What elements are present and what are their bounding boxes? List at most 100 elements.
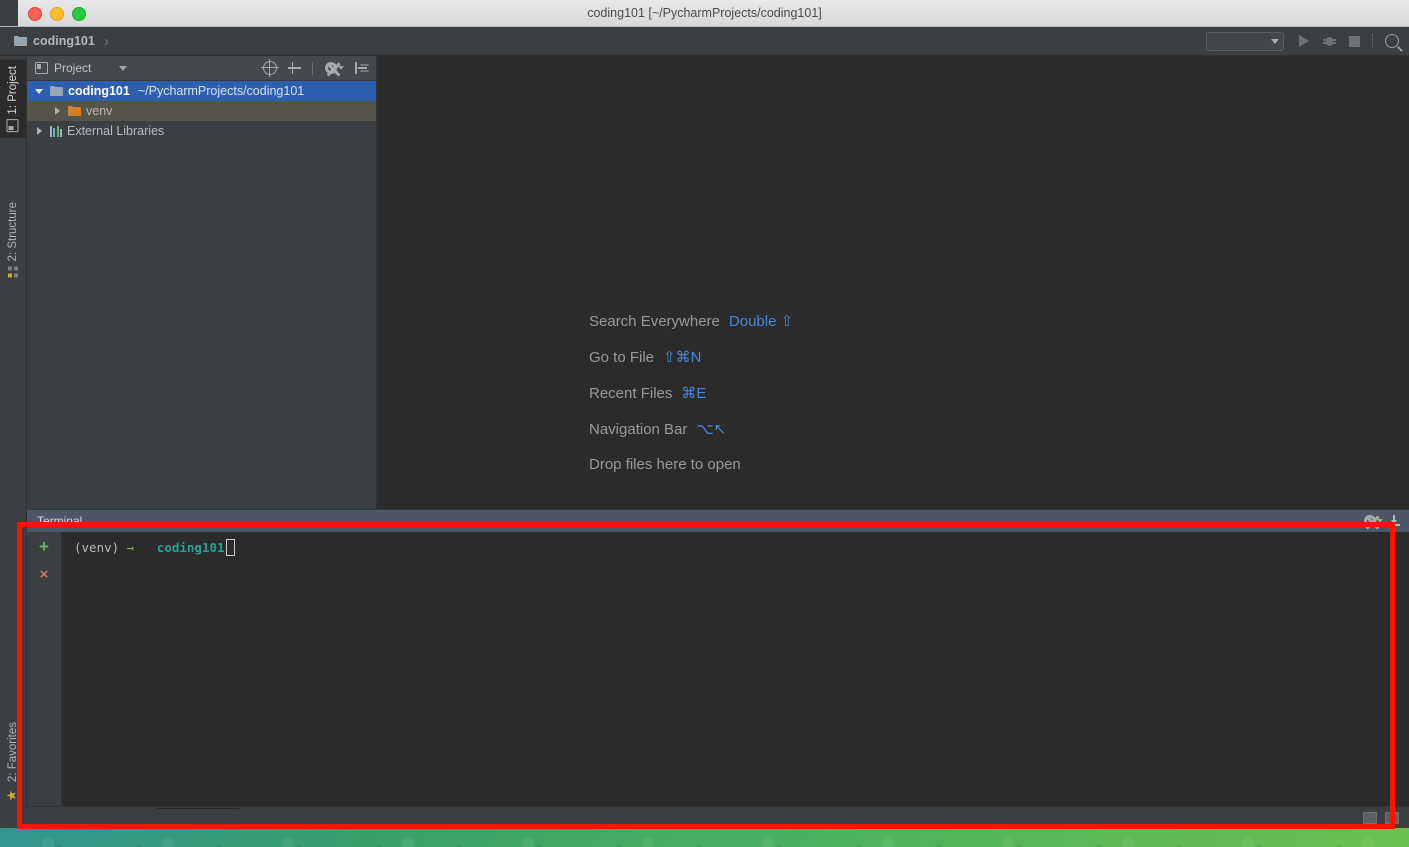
libraries-icon [50,126,62,137]
expand-toggle[interactable] [51,107,63,115]
chevron-down-icon [35,89,43,94]
stop-button[interactable] [1343,30,1365,52]
debug-button[interactable] [1318,30,1340,52]
fullscreen-toggle-icon[interactable] [1385,812,1399,824]
window-title: coding101 [~/PycharmProjects/coding101] [0,6,1409,20]
run-configuration-select[interactable] [1206,32,1284,51]
project-tree[interactable]: coding101 ~/PycharmProjects/coding101 ve… [27,81,376,509]
project-panel-title: Project [54,61,91,75]
sidebar-item-structure-label: 2: Structure [7,202,19,261]
zoom-window-button[interactable] [72,7,86,21]
left-tool-strip: 1: Project 2: Structure ★ 2: Favorites [0,56,27,828]
tree-node-path: ~/PycharmProjects/coding101 [138,84,304,98]
hint-shortcut: ⇧⌘N [663,348,701,366]
window-body: 1: Project 2: Structure ★ 2: Favorites [0,56,1409,828]
collapse-all-button[interactable] [285,59,303,77]
window-bottom-strip [0,809,1409,828]
chevron-right-icon [55,107,60,115]
hint-go-to-file: Go to File ⇧⌘N [589,348,793,366]
chevron-down-icon [1377,519,1383,523]
sidebar-item-structure[interactable]: 2: Structure [0,196,26,282]
expand-toggle[interactable] [33,89,45,94]
locate-target-button[interactable] [261,59,279,77]
structure-icon [8,265,18,277]
sidebar-item-project[interactable]: 1: Project [0,60,26,138]
terminal-tool-window-wrap: Terminal [27,509,1409,805]
hint-shortcut: ⌥↖ [696,420,726,438]
close-session-button[interactable]: × [34,564,54,584]
terminal-panel-title: Terminal [37,514,82,528]
terminal-prompt-line: (venv) → coding101 [74,539,1409,556]
terminal-settings-button[interactable] [1361,512,1385,530]
terminal-console[interactable]: (venv) → coding101 [62,532,1409,805]
hint-recent-files: Recent Files ⌘E [589,384,793,402]
close-window-button[interactable] [28,7,42,21]
terminal-scrollbar[interactable] [1396,532,1409,805]
star-icon: ★ [6,788,21,801]
locate-target-icon [263,61,277,75]
hint-label: Recent Files [589,385,672,402]
terminal-cursor [226,539,235,556]
titlebar-left-cap [0,0,18,26]
terminal-directory-label: coding101 [157,540,225,555]
tree-row-coding101[interactable]: coding101 ~/PycharmProjects/coding101 [27,81,376,101]
hint-label: Navigation Bar [589,421,687,438]
sidebar-item-favorites-label: 2: Favorites [7,722,19,782]
editor-empty-area[interactable]: Search Everywhere Double ⇧ Go to File ⇧⌘… [377,56,1409,509]
hint-shortcut: Double ⇧ [729,312,793,330]
settings-gear-icon [325,62,337,74]
pycharm-window: coding101 [~/PycharmProjects/coding101] … [0,0,1409,828]
terminal-body: + × (venv) → coding101 [27,532,1409,805]
editor-hints: Search Everywhere Double ⇧ Go to File ⇧⌘… [589,312,793,473]
folder-icon [50,86,63,96]
toolbar-separator [1372,34,1374,48]
breadcrumb-label: coding101 [33,34,95,48]
bug-icon [1323,35,1336,47]
hide-terminal-button[interactable] [1385,512,1403,530]
hide-project-panel-button[interactable] [352,59,370,77]
hint-shortcut: ⌘E [681,384,706,402]
hint-label: Search Everywhere [589,313,720,330]
breadcrumb[interactable]: coding101 › [0,34,109,49]
terminal-panel-header: Terminal [27,509,1409,532]
navigation-bar: coding101 › [0,27,1409,56]
hint-label: Go to File [589,349,654,366]
project-settings-button[interactable] [322,59,346,77]
folder-orange-icon [68,106,81,116]
chevron-down-icon[interactable] [119,66,127,71]
hint-label: Drop files here to open [589,456,741,473]
tree-node-label: coding101 [68,84,130,98]
new-session-button[interactable]: + [34,536,54,556]
run-button[interactable] [1293,30,1315,52]
project-tool-window: Project [27,56,377,509]
terminal-arrow-icon: → [127,540,135,555]
window-controls[interactable] [28,7,86,21]
stop-icon [1349,36,1360,47]
collapse-all-icon [288,62,301,74]
chevron-right-icon: › [104,34,109,49]
main-toolbar [1206,27,1403,55]
minimize-window-button[interactable] [50,7,64,21]
project-icon [7,119,19,132]
tree-node-label: venv [86,104,112,118]
tree-row-external-libraries[interactable]: External Libraries [27,121,376,141]
project-panel-header: Project [27,56,376,81]
tree-row-venv[interactable]: venv [27,101,376,121]
hide-panel-icon [1388,515,1400,527]
play-icon [1299,35,1309,47]
hint-drop-files: Drop files here to open [589,456,793,473]
folder-icon [14,36,27,46]
toolbar-separator [312,62,313,75]
search-icon [1385,34,1399,48]
hide-panel-icon [355,62,367,74]
hint-navigation-bar: Navigation Bar ⌥↖ [589,420,793,438]
chevron-right-icon [37,127,42,135]
resize-handle-icon[interactable] [1363,812,1377,824]
project-icon [35,62,48,74]
upper-area: Project [27,56,1409,509]
search-button[interactable] [1381,30,1403,52]
hint-search-everywhere: Search Everywhere Double ⇧ [589,312,793,330]
expand-toggle[interactable] [33,127,45,135]
sidebar-item-favorites[interactable]: ★ 2: Favorites [0,716,26,808]
sidebar-item-project-label: 1: Project [7,66,19,115]
